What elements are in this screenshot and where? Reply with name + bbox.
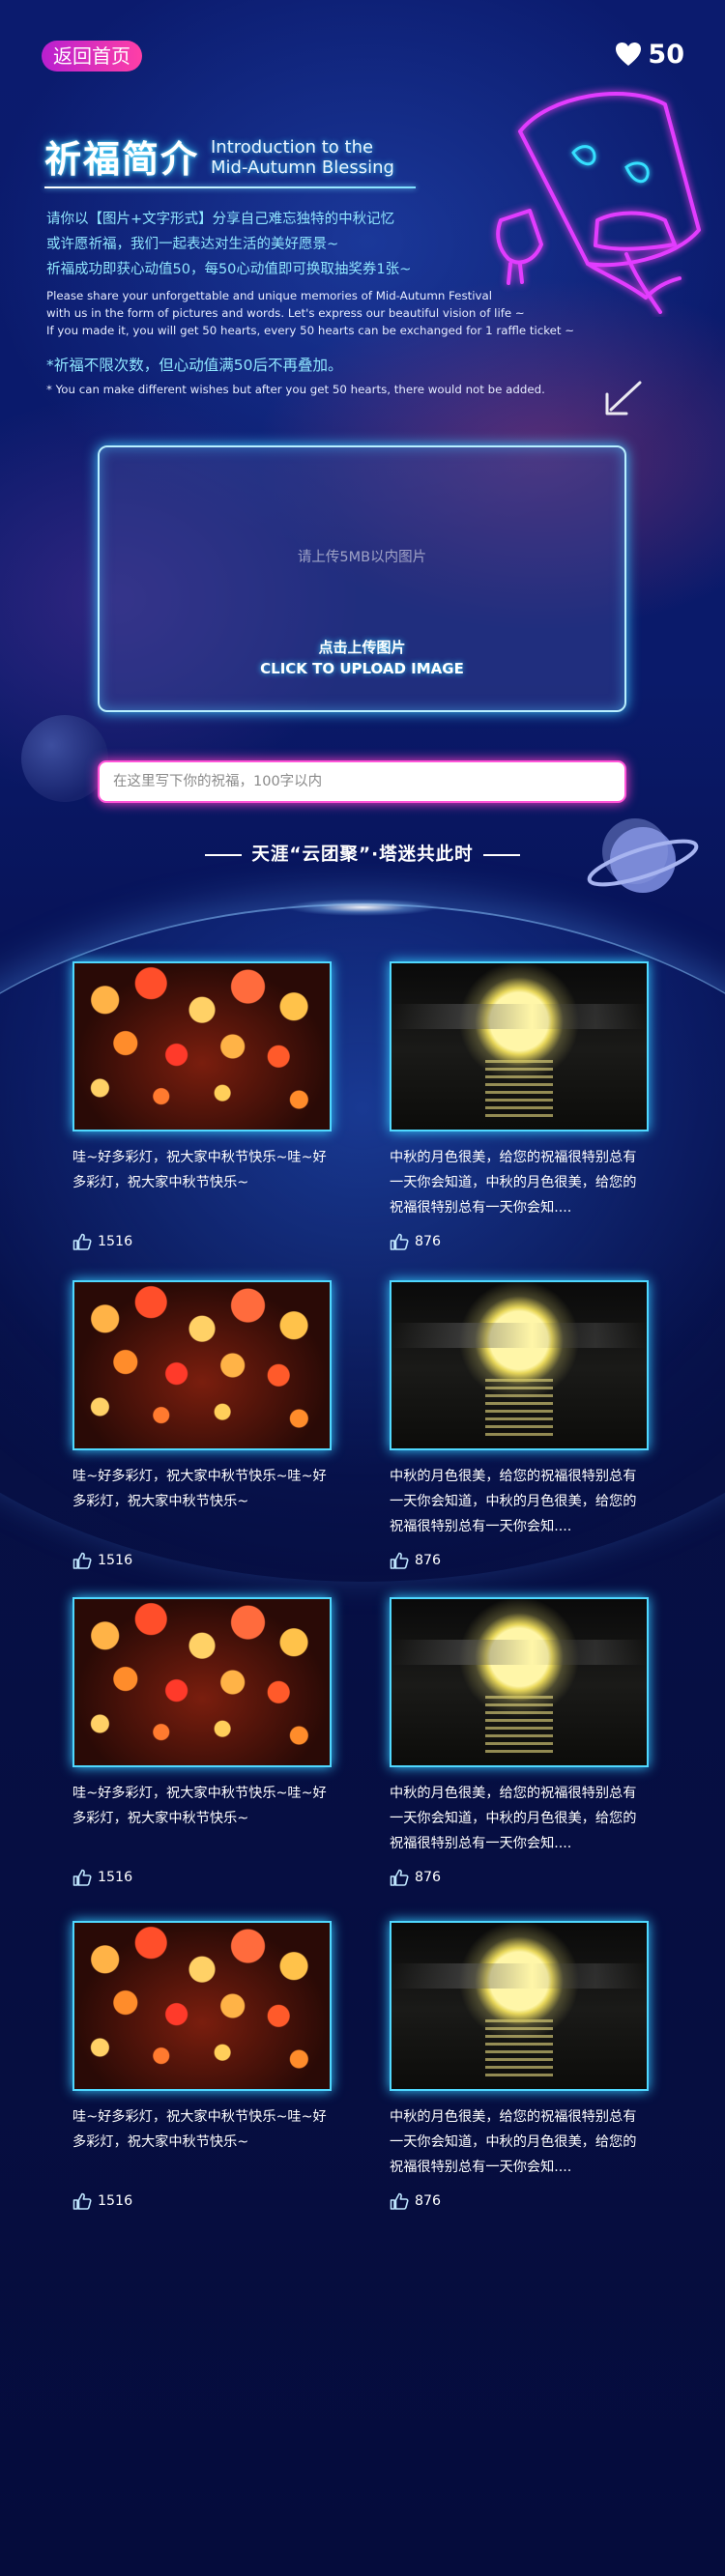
moon-photo[interactable] <box>390 1597 649 1767</box>
thumbs-up-icon <box>390 1869 409 1886</box>
lanterns-photo[interactable] <box>72 961 332 1131</box>
like-button[interactable]: 1516 <box>72 1868 332 1887</box>
like-button[interactable]: 1516 <box>72 1232 332 1251</box>
moon-photo[interactable] <box>390 1280 649 1450</box>
like-button[interactable]: 876 <box>390 1551 649 1570</box>
wish-text: 哇~好多彩灯，祝大家中秋节快乐~哇~好多彩灯，祝大家中秋节快乐~ <box>72 1469 327 1509</box>
wish-card[interactable]: 哇~好多彩灯，祝大家中秋节快乐~哇~好多彩灯，祝大家中秋节快乐~ 1516 <box>72 1280 332 1570</box>
like-button[interactable]: 876 <box>390 1868 649 1887</box>
like-count: 1516 <box>98 1553 133 1568</box>
thumbs-up-icon <box>390 2192 409 2210</box>
wish-text: 中秋的月色很美，给您的祝福很特别总有一天你会知道，中秋的月色很美，给您的祝福很特… <box>390 1786 637 1851</box>
wish-text: 中秋的月色很美，给您的祝福很特别总有一天你会知道，中秋的月色很美，给您的祝福很特… <box>390 1150 637 1216</box>
wish-gallery: 哇~好多彩灯，祝大家中秋节快乐~哇~好多彩灯，祝大家中秋节快乐~ 1516 中秋的月… <box>0 0 725 2576</box>
wish-card[interactable]: 中秋的月色很美，给您的祝福很特别总有一天你会知道，中秋的月色很美，给您的祝福很特… <box>390 1597 649 1887</box>
thumbs-up-icon <box>390 1233 409 1250</box>
wish-card[interactable]: 哇~好多彩灯，祝大家中秋节快乐~哇~好多彩灯，祝大家中秋节快乐~ 1516 <box>72 961 332 1251</box>
thumbs-up-icon <box>72 2192 92 2210</box>
lanterns-photo[interactable] <box>72 1921 332 2091</box>
wish-card[interactable]: 哇~好多彩灯，祝大家中秋节快乐~哇~好多彩灯，祝大家中秋节快乐~ 1516 <box>72 1597 332 1887</box>
wish-text: 中秋的月色很美，给您的祝福很特别总有一天你会知道，中秋的月色很美，给您的祝福很特… <box>390 2109 637 2175</box>
like-count: 876 <box>415 1234 442 1249</box>
thumbs-up-icon <box>72 1869 92 1886</box>
like-count: 1516 <box>98 1870 133 1885</box>
wish-card[interactable]: 哇~好多彩灯，祝大家中秋节快乐~哇~好多彩灯，祝大家中秋节快乐~ 1516 <box>72 1921 332 2211</box>
lanterns-photo[interactable] <box>72 1597 332 1767</box>
wish-card[interactable]: 中秋的月色很美，给您的祝福很特别总有一天你会知道，中秋的月色很美，给您的祝福很特… <box>390 961 649 1251</box>
thumbs-up-icon <box>72 1233 92 1250</box>
like-button[interactable]: 876 <box>390 2191 649 2211</box>
like-button[interactable]: 876 <box>390 1232 649 1251</box>
wish-text: 哇~好多彩灯，祝大家中秋节快乐~哇~好多彩灯，祝大家中秋节快乐~ <box>72 2109 327 2150</box>
moon-photo[interactable] <box>390 1921 649 2091</box>
wish-text: 哇~好多彩灯，祝大家中秋节快乐~哇~好多彩灯，祝大家中秋节快乐~ <box>72 1150 327 1190</box>
lanterns-photo[interactable] <box>72 1280 332 1450</box>
like-count: 1516 <box>98 2193 133 2209</box>
wish-text: 哇~好多彩灯，祝大家中秋节快乐~哇~好多彩灯，祝大家中秋节快乐~ <box>72 1786 327 1826</box>
like-count: 876 <box>415 1553 442 1568</box>
thumbs-up-icon <box>72 1552 92 1569</box>
like-count: 876 <box>415 2193 442 2209</box>
wish-card[interactable]: 中秋的月色很美，给您的祝福很特别总有一天你会知道，中秋的月色很美，给您的祝福很特… <box>390 1921 649 2211</box>
like-count: 876 <box>415 1870 442 1885</box>
moon-photo[interactable] <box>390 961 649 1131</box>
page: 返回首页 50 祈福简介 Introduction to the Mid-Aut… <box>0 0 725 2576</box>
thumbs-up-icon <box>390 1552 409 1569</box>
wish-text: 中秋的月色很美，给您的祝福很特别总有一天你会知道，中秋的月色很美，给您的祝福很特… <box>390 1469 637 1534</box>
like-button[interactable]: 1516 <box>72 1551 332 1570</box>
wish-card[interactable]: 中秋的月色很美，给您的祝福很特别总有一天你会知道，中秋的月色很美，给您的祝福很特… <box>390 1280 649 1570</box>
like-count: 1516 <box>98 1234 133 1249</box>
like-button[interactable]: 1516 <box>72 2191 332 2211</box>
